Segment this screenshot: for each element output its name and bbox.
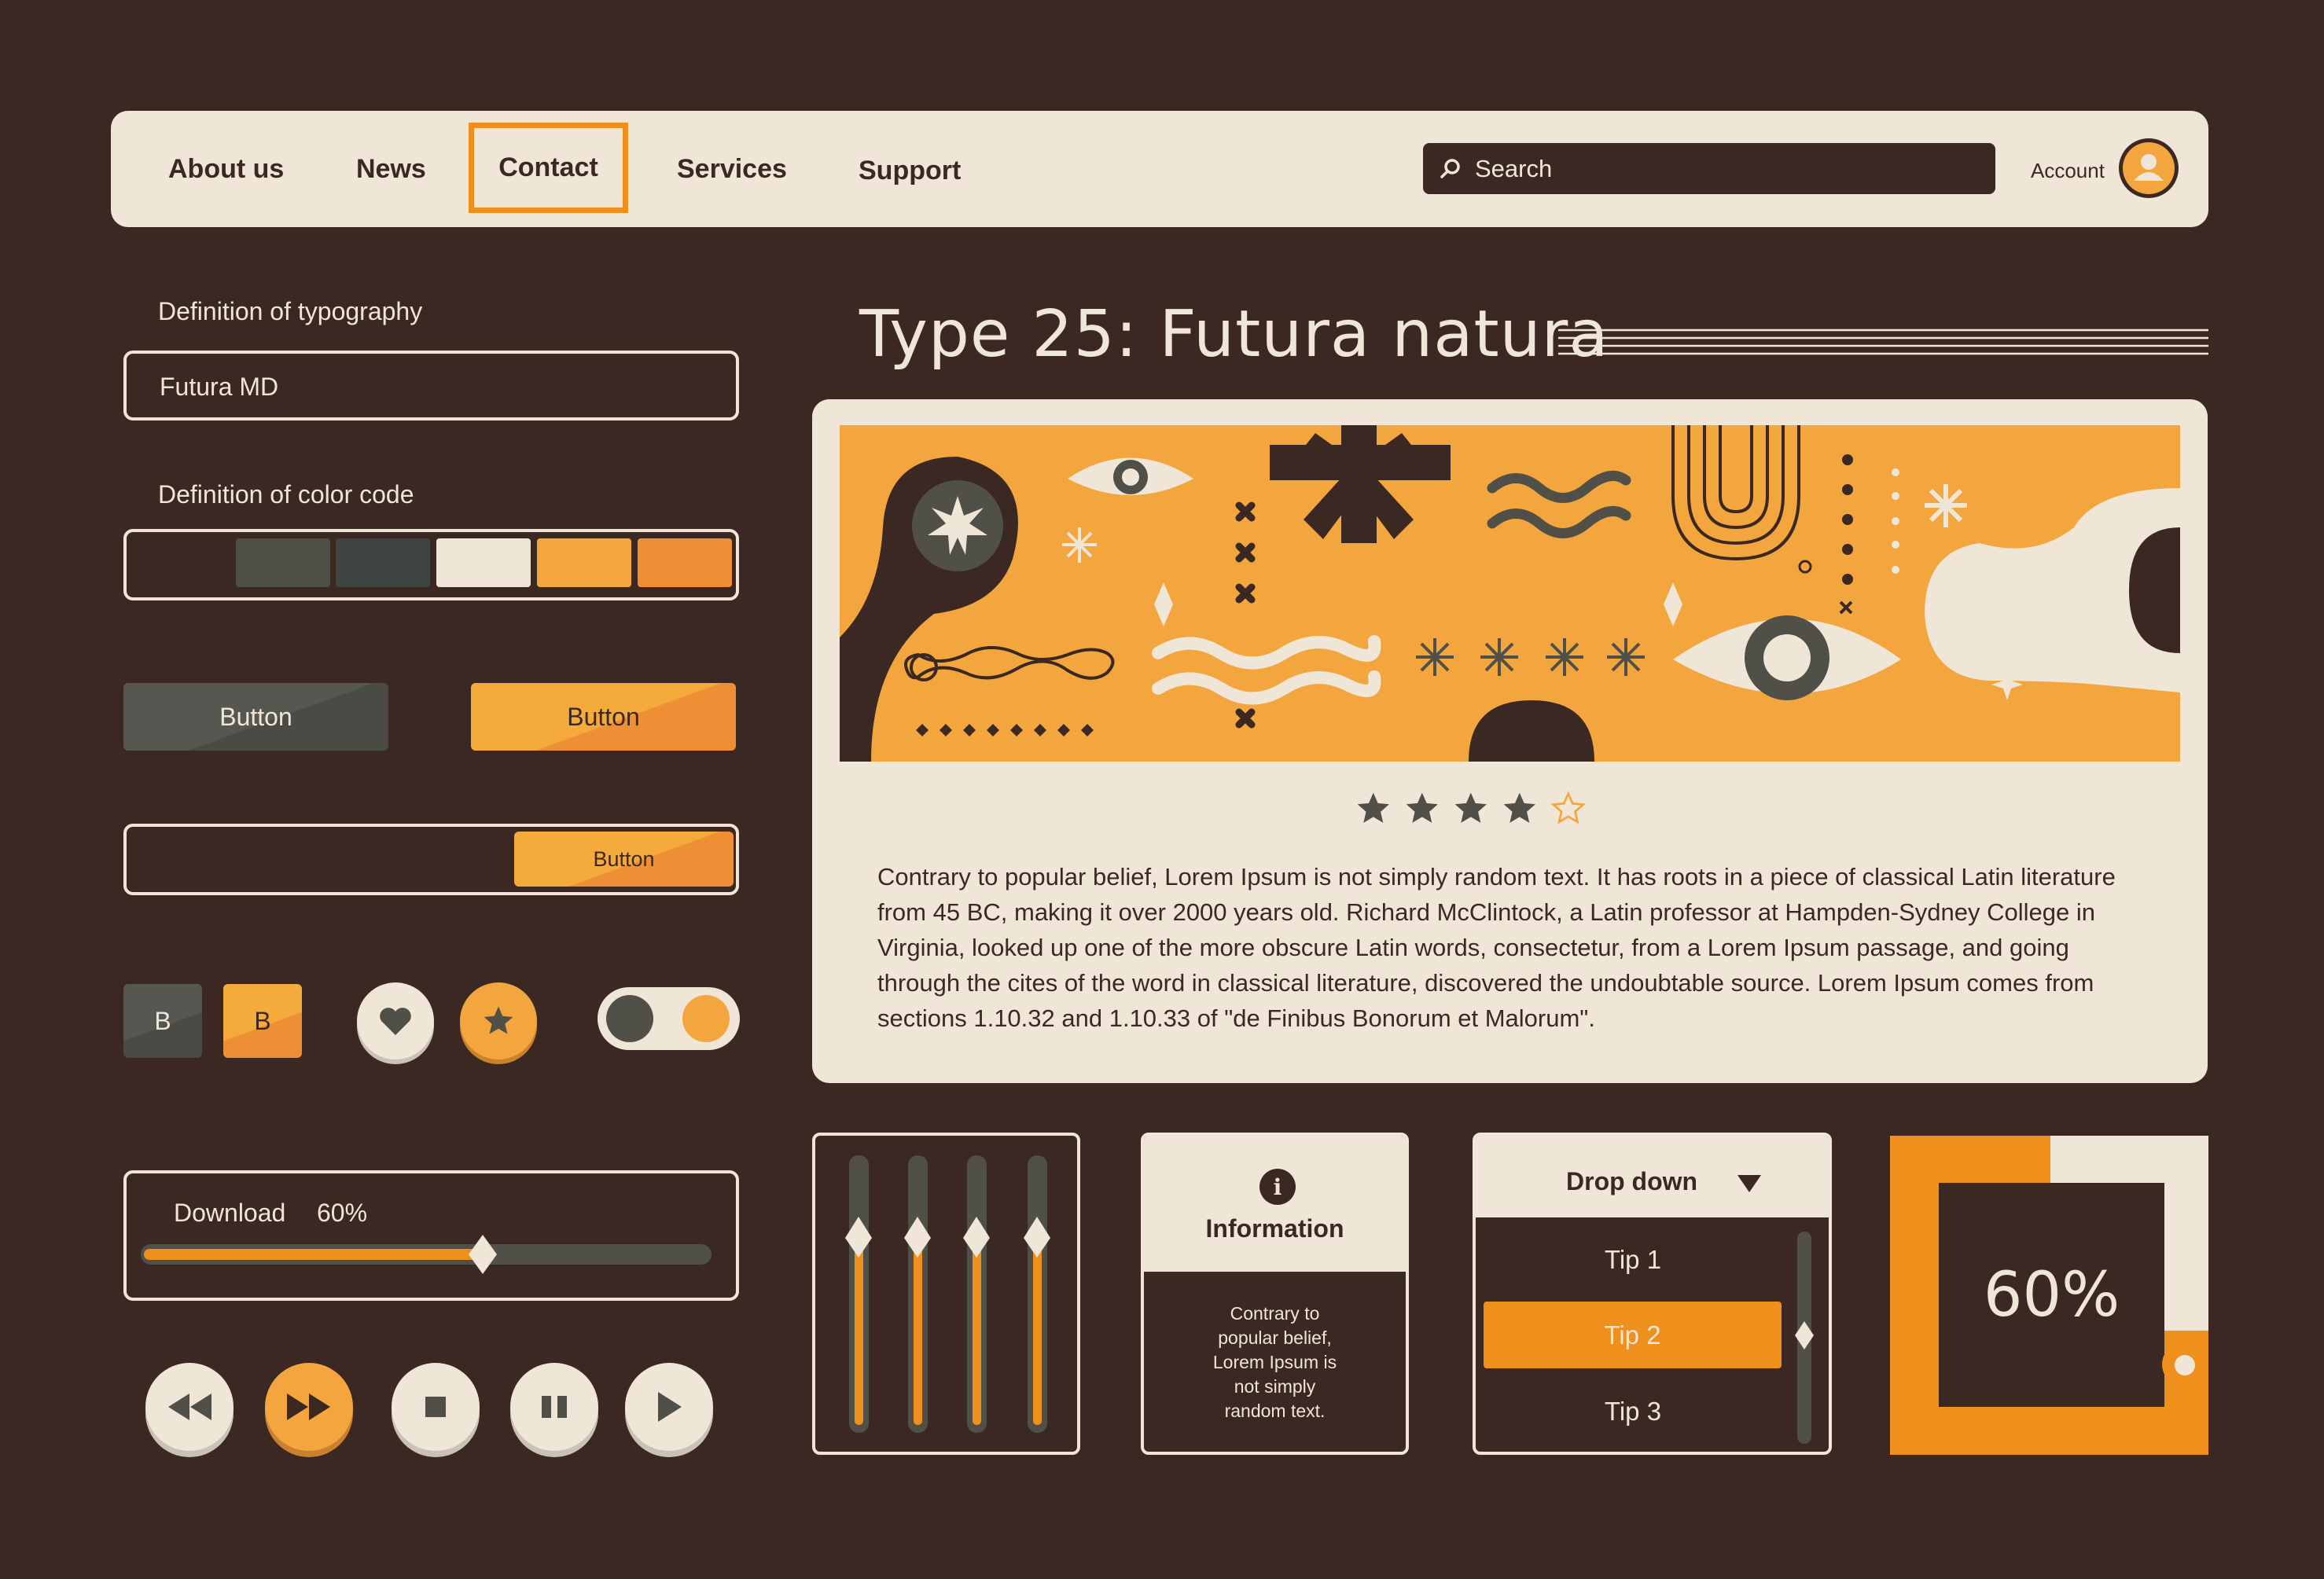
nav-services[interactable]: Services	[677, 111, 787, 227]
star-filled-icon[interactable]	[1357, 792, 1389, 823]
inline-button-field: Button	[123, 824, 739, 895]
color-swatch-2[interactable]	[236, 538, 330, 587]
dropdown-header[interactable]: Drop down	[1476, 1136, 1829, 1217]
equalizer-panel	[812, 1133, 1080, 1455]
inline-button[interactable]: Button	[514, 832, 734, 887]
title-decoration-lines	[1558, 329, 2208, 355]
dropdown-item-1[interactable]: Tip 1	[1476, 1236, 1790, 1284]
nav-support[interactable]: Support	[859, 112, 961, 229]
star-filled-icon[interactable]	[1503, 792, 1535, 823]
color-swatch-6[interactable]	[638, 538, 732, 587]
dropdown-title: Drop down	[1566, 1167, 1698, 1195]
dropdown-scroll-thumb[interactable]	[1795, 1321, 1814, 1349]
color-swatch-1[interactable]	[133, 538, 232, 587]
color-swatch-5[interactable]	[537, 538, 631, 587]
pause-button[interactable]	[510, 1363, 598, 1451]
rewind-icon	[168, 1394, 211, 1420]
stop-icon	[425, 1397, 446, 1417]
square-button-orange[interactable]: B	[223, 984, 302, 1058]
typography-field[interactable]: Futura MD	[123, 351, 739, 420]
search-placeholder: Search	[1475, 154, 1553, 182]
star-empty-icon[interactable]	[1550, 791, 1586, 824]
download-slider-thumb[interactable]	[468, 1235, 497, 1274]
download-panel: Download 60%	[123, 1170, 739, 1301]
fast-forward-icon	[287, 1394, 330, 1420]
progress-handle[interactable]	[2162, 1342, 2206, 1386]
star-rating[interactable]	[1352, 788, 1604, 834]
sparkle-icon	[1062, 527, 1097, 563]
toggle-knob-off	[606, 995, 653, 1042]
info-icon: i	[1259, 1169, 1296, 1205]
abstract-pattern-illustration	[840, 425, 2180, 762]
download-percent: 60%	[317, 1199, 368, 1227]
color-swatch-3[interactable]	[336, 538, 430, 587]
nav-news[interactable]: News	[356, 111, 426, 227]
star-filled-icon[interactable]	[1454, 792, 1487, 823]
rewind-button[interactable]	[145, 1363, 234, 1451]
progress-frame: 60%	[1890, 1136, 2208, 1455]
equalizer-sliders[interactable]	[815, 1136, 1077, 1452]
fast-forward-button[interactable]	[265, 1363, 353, 1451]
search-input[interactable]: Search	[1423, 143, 1995, 194]
gray-button[interactable]: Button	[123, 683, 388, 751]
nav-about-us[interactable]: About us	[168, 111, 284, 227]
star-filled-icon[interactable]	[1406, 792, 1438, 823]
download-track	[141, 1244, 712, 1265]
body-paragraph: Contrary to popular belief, Lorem Ipsum …	[877, 863, 2116, 1032]
star-icon	[484, 1006, 513, 1034]
nav-contact[interactable]: Contact	[469, 123, 628, 213]
user-icon	[2123, 142, 2175, 194]
star-button[interactable]	[460, 982, 537, 1059]
heart-icon	[380, 1008, 411, 1035]
account-avatar[interactable]	[2119, 138, 2179, 198]
progress-handle-dot	[2175, 1355, 2195, 1375]
download-label: Download	[174, 1199, 286, 1227]
stop-button[interactable]	[392, 1363, 480, 1451]
favorite-button[interactable]	[357, 982, 434, 1059]
play-button[interactable]	[625, 1363, 713, 1451]
search-icon	[1440, 158, 1460, 178]
orange-button[interactable]: Button	[471, 683, 736, 751]
dropdown-item-3[interactable]: Tip 3	[1476, 1387, 1790, 1436]
dropdown-arrow-icon	[1737, 1175, 1761, 1192]
toggle-switch[interactable]	[598, 987, 740, 1050]
information-text: Contrary to popular belief, Lorem Ipsum …	[1212, 1303, 1337, 1421]
square-button-gray[interactable]: B	[123, 984, 202, 1058]
pause-icon	[542, 1396, 567, 1418]
play-icon	[658, 1392, 682, 1422]
account-label[interactable]: Account	[2031, 159, 2105, 183]
color-code-field[interactable]	[123, 529, 739, 600]
information-title: Information	[1205, 1214, 1344, 1243]
color-swatch-4[interactable]	[436, 538, 531, 587]
download-fill	[144, 1249, 483, 1260]
information-panel: i Information Contrary to popular belief…	[1141, 1133, 1409, 1455]
progress-percent-label: 60%	[1939, 1183, 2164, 1407]
typography-label: Definition of typography	[158, 297, 423, 325]
typography-value: Futura MD	[160, 373, 279, 401]
color-code-label: Definition of color code	[158, 480, 414, 509]
toggle-knob-on	[682, 995, 730, 1042]
dropdown-panel: Drop down Tip 1 Tip 2 Tip 3	[1473, 1133, 1832, 1455]
page-title: Type 25: Futura natura	[859, 297, 1609, 372]
dropdown-item-2-selected[interactable]: Tip 2	[1484, 1302, 1782, 1368]
decorative-banner	[840, 425, 2180, 762]
